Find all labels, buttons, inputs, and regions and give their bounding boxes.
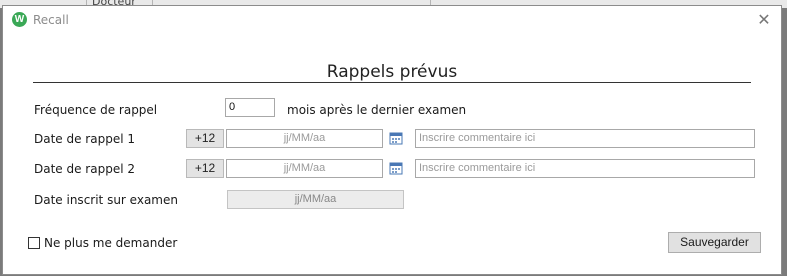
recall-dialog: W Recall ✕ Rappels prévus Fréquence de r… — [2, 5, 782, 275]
frequency-suffix: mois après le dernier examen — [287, 103, 467, 117]
close-button[interactable]: ✕ — [753, 9, 775, 31]
recall-1-add-12-button[interactable]: +12 — [186, 129, 224, 148]
calendar-icon[interactable] — [389, 161, 403, 175]
recall-date-2-label: Date de rappel 2 — [34, 162, 135, 176]
calendar-icon[interactable] — [389, 131, 403, 145]
frequency-label: Fréquence de rappel — [34, 103, 158, 117]
recall-date-1-label: Date de rappel 1 — [34, 132, 135, 146]
window-title: Recall — [33, 13, 69, 27]
title-bar: W Recall ✕ — [3, 6, 781, 34]
heading-divider — [33, 82, 751, 83]
app-logo-icon: W — [12, 12, 27, 27]
frequency-input[interactable]: 0 — [225, 98, 275, 117]
recall-2-comment-input[interactable]: Inscrire commentaire ici — [415, 159, 755, 178]
recall-2-add-12-button[interactable]: +12 — [186, 159, 224, 178]
dont-ask-label: Ne plus me demander — [44, 236, 178, 250]
exam-date-label: Date inscrit sur examen — [34, 193, 178, 207]
recall-date-1-input[interactable]: jj/MM/aa — [226, 129, 383, 148]
recall-date-2-input[interactable]: jj/MM/aa — [226, 159, 383, 178]
recall-1-comment-input[interactable]: Inscrire commentaire ici — [415, 129, 755, 148]
section-heading: Rappels prévus — [326, 62, 458, 82]
save-button[interactable]: Sauvegarder — [668, 232, 761, 253]
exam-date-field: jj/MM/aa — [227, 190, 404, 209]
dont-ask-checkbox[interactable] — [28, 237, 40, 249]
